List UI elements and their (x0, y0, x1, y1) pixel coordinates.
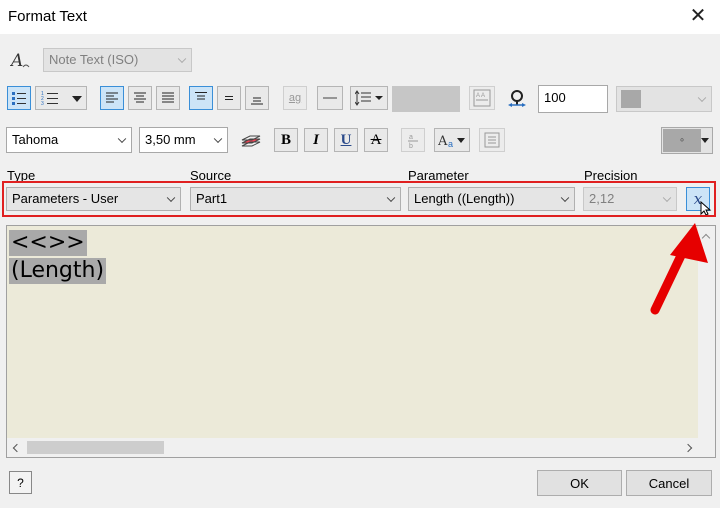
symbol-color-select[interactable]: ∘ (661, 127, 713, 154)
cancel-label: Cancel (648, 475, 690, 491)
size-select[interactable]: 3,50 mm (139, 127, 228, 153)
highlight-box (2, 181, 716, 217)
text-width-value: 100 (544, 90, 566, 105)
style-select-value: Note Text (ISO) (49, 52, 139, 67)
dropdown-arrow-icon (701, 138, 709, 143)
help-button[interactable]: ? (9, 471, 32, 494)
line-spacing-icon (355, 90, 383, 106)
align-bottom-icon (251, 97, 263, 105)
svg-text:A: A (438, 134, 448, 149)
align-top-icon (195, 92, 207, 100)
scroll-corner (698, 438, 715, 457)
align-left-button[interactable] (100, 86, 124, 110)
bold-button[interactable]: B (274, 128, 298, 152)
horizontal-line-icon (323, 97, 337, 99)
numbered-list-button[interactable]: 123 (35, 86, 87, 110)
line-spacing-button[interactable] (350, 86, 388, 110)
editor-line-2: (Length) (9, 258, 107, 284)
align-middle-icon (225, 96, 233, 100)
insert-symbol-button[interactable]: Aa (434, 128, 470, 152)
case-button[interactable]: ag (283, 86, 307, 110)
text-style-icon: A (9, 50, 32, 71)
text-editor[interactable]: <<>> (Length) (6, 225, 716, 458)
chevron-left-icon (12, 443, 22, 453)
svg-text:a: a (448, 139, 453, 149)
color-swatch (621, 90, 641, 108)
align-bottom-button[interactable] (245, 86, 269, 110)
horizontal-scrollbar[interactable] (7, 438, 699, 457)
close-icon[interactable]: ✕ (686, 4, 710, 28)
align-center-button[interactable] (128, 86, 152, 110)
case-icon: ag (288, 92, 302, 104)
chevron-down-icon (213, 134, 223, 144)
annotation-arrow (640, 215, 710, 320)
layers-icon[interactable] (239, 131, 263, 151)
fraction-button[interactable]: ab (401, 128, 425, 152)
cancel-button[interactable]: Cancel (626, 470, 712, 496)
font-select-value: Tahoma (12, 132, 59, 147)
underline-icon: U (340, 131, 352, 148)
svg-text:b: b (409, 143, 413, 149)
ok-label: OK (570, 475, 589, 491)
chevron-right-icon (683, 443, 693, 453)
bullet-list-icon (12, 92, 26, 105)
editor-line-1: <<>> (9, 230, 87, 256)
title-bar: Format Text ✕ (0, 0, 720, 34)
dialog-title: Format Text (8, 8, 87, 25)
align-center-icon (134, 92, 146, 103)
line-spacing-value-box[interactable] (392, 86, 460, 112)
dropdown-arrow-icon (457, 138, 465, 143)
svg-text:3: 3 (41, 101, 44, 106)
align-justify-icon (162, 92, 174, 103)
svg-text:a: a (409, 134, 413, 141)
insert-field-button[interactable] (479, 128, 505, 152)
size-select-value: 3,50 mm (145, 132, 196, 147)
style-select[interactable]: Note Text (ISO) (43, 48, 192, 72)
fraction-icon: ab (408, 134, 418, 149)
align-middle-button[interactable] (217, 86, 241, 110)
help-icon: ? (17, 475, 24, 490)
stack-icon: A A (473, 89, 491, 107)
line-button[interactable] (317, 86, 343, 110)
align-top-button[interactable] (189, 86, 213, 110)
stack-button[interactable]: A A (469, 86, 495, 110)
text-width-icon (507, 89, 527, 109)
strikethrough-button[interactable]: A (364, 128, 388, 152)
italic-icon: I (313, 131, 319, 148)
bold-icon: B (280, 131, 291, 148)
swatch: ∘ (663, 129, 701, 152)
numbered-list-icon: 123 (41, 91, 58, 106)
underline-button[interactable]: U (334, 128, 358, 152)
svg-text:A A: A A (476, 93, 485, 99)
svg-text:A: A (10, 51, 23, 70)
text-width-input[interactable]: 100 (538, 85, 608, 113)
dropdown-arrow-icon (72, 96, 82, 102)
field-icon (484, 132, 500, 148)
align-right-button[interactable] (156, 86, 180, 110)
chevron-down-icon (117, 134, 127, 144)
scroll-thumb[interactable] (27, 441, 164, 454)
font-select[interactable]: Tahoma (6, 127, 132, 153)
italic-button[interactable]: I (304, 128, 328, 152)
align-left-icon (106, 92, 118, 103)
ok-button[interactable]: OK (537, 470, 622, 496)
strikethrough-icon: A (370, 131, 382, 148)
color-select[interactable] (616, 86, 712, 112)
chevron-down-icon (177, 54, 187, 64)
bullet-list-button[interactable] (7, 86, 31, 110)
chevron-down-icon (697, 93, 707, 103)
